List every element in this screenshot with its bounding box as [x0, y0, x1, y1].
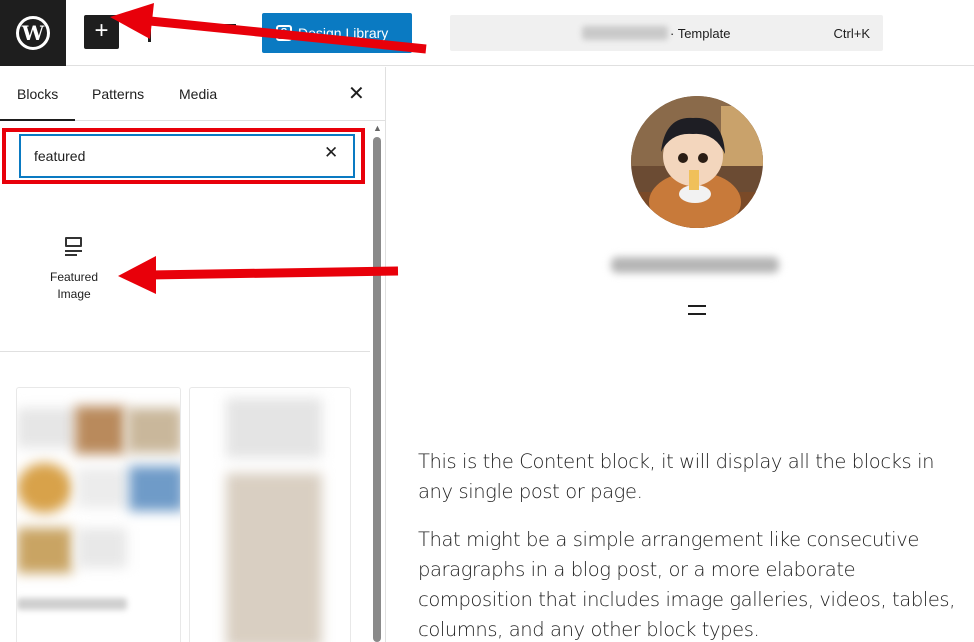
arrow-to-featured-image-icon [118, 256, 399, 294]
annotation-arrows [110, 3, 427, 294]
arrow-to-inserter-icon [110, 3, 427, 54]
